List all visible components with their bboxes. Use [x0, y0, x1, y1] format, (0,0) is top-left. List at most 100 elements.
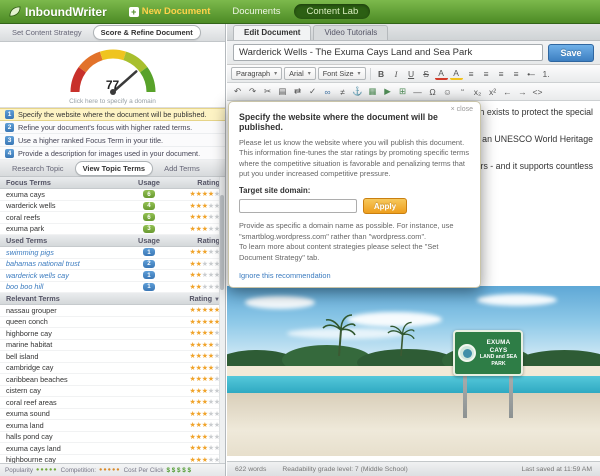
relevant-term-row[interactable]: exuma sound ★★★★★	[0, 409, 225, 421]
unlink-icon[interactable]: ≠	[336, 85, 349, 98]
nav-content-lab[interactable]: Content Lab	[294, 4, 370, 19]
charmap-icon[interactable]: Ω	[426, 85, 439, 98]
recommendation-text: Provide a description for images used in…	[18, 149, 200, 158]
tab-view-topic-terms[interactable]: View Topic Terms	[75, 161, 154, 176]
relevant-term-row[interactable]: highbourne cay ★★★★★	[0, 455, 225, 464]
link-icon[interactable]: ∞	[321, 85, 334, 98]
specify-domain-link[interactable]: Click here to specify a domain	[0, 98, 225, 105]
relevant-term-row[interactable]: caribbean beaches ★★★★★	[0, 374, 225, 386]
recommendation-number-badge: 4	[5, 149, 14, 158]
table-icon[interactable]: ⊞	[396, 85, 409, 98]
relevant-term-row[interactable]: halls pond cay ★★★★★	[0, 432, 225, 444]
align-right-icon[interactable]: ≡	[495, 67, 508, 80]
recommendation-item[interactable]: 3 Use a higher ranked Focus Term in your…	[0, 134, 225, 147]
spellcheck-icon[interactable]: ✓	[306, 85, 319, 98]
recommendation-item[interactable]: 2 Refine your document's focus with high…	[0, 121, 225, 134]
relevant-term-row[interactable]: queen conch ★★★★★	[0, 317, 225, 329]
undo-icon[interactable]: ↶	[231, 85, 244, 98]
relevant-term-row[interactable]: cambridge cay ★★★★★	[0, 363, 225, 375]
align-justify-icon[interactable]: ≡	[510, 67, 523, 80]
tab-research-topic[interactable]: Research Topic	[4, 161, 72, 176]
term-rating-stars: ★★★★★	[166, 329, 220, 337]
tab-score-refine-document[interactable]: Score & Refine Document	[93, 25, 201, 40]
superscript-icon[interactable]: x²	[486, 85, 499, 98]
numbered-list-icon[interactable]: 1.	[540, 67, 553, 80]
relevant-term-row[interactable]: exuma cays land ★★★★★	[0, 443, 225, 455]
media-icon[interactable]: ▶	[381, 85, 394, 98]
horizontal-rule-icon[interactable]: —	[411, 85, 424, 98]
relevant-term-row[interactable]: coral reef areas ★★★★★	[0, 397, 225, 409]
underline-icon[interactable]: U	[405, 67, 418, 80]
used-term-row[interactable]: swimming pigs 1 ★★★★★	[0, 247, 225, 259]
term-rating-stars: ★★★★★	[166, 456, 220, 463]
anchor-icon[interactable]: ⚓	[351, 85, 364, 98]
indent-icon[interactable]: →	[516, 85, 529, 98]
tab-edit-document[interactable]: Edit Document	[233, 25, 311, 40]
term-rating-stars: ★★★★★	[166, 248, 220, 256]
relevant-term-row[interactable]: cistern cay ★★★★★	[0, 386, 225, 398]
relevant-term-row[interactable]: bell island ★★★★★	[0, 351, 225, 363]
used-term-row[interactable]: warderick wells cay 1 ★★★★★	[0, 270, 225, 282]
paragraph-format-select[interactable]: Paragraph ▾	[231, 67, 282, 80]
target-domain-label: Target site domain:	[239, 186, 470, 195]
target-domain-input[interactable]	[239, 199, 357, 213]
paste-icon[interactable]: ▤	[276, 85, 289, 98]
html-icon[interactable]: <>	[531, 85, 544, 98]
palm-tree-shape	[387, 320, 415, 356]
terms-scrollbar-thumb[interactable]	[220, 195, 224, 290]
focus-term-row[interactable]: warderick wells 4 ★★★★★	[0, 201, 225, 213]
bg-color-icon[interactable]: A	[450, 68, 463, 80]
recommendation-item[interactable]: 1 Specify the website where the document…	[0, 108, 225, 121]
focus-term-row[interactable]: exuma cays 6 ★★★★★	[0, 189, 225, 201]
new-document-button[interactable]: + New Document	[129, 6, 211, 17]
relevant-term-row[interactable]: highborne cay ★★★★★	[0, 328, 225, 340]
align-center-icon[interactable]: ≡	[480, 67, 493, 80]
subscript-icon[interactable]: x₂	[471, 85, 484, 98]
popup-title: Specify the website where the document w…	[239, 112, 456, 132]
emoticon-icon[interactable]: ☺	[441, 85, 454, 98]
outdent-icon[interactable]: ←	[501, 85, 514, 98]
cut-icon[interactable]: ✂	[261, 85, 274, 98]
ignore-recommendation-link[interactable]: Ignore this recommendation	[239, 271, 331, 280]
align-left-icon[interactable]: ≡	[465, 67, 478, 80]
sign-text-line2: LAND and SEA PARK	[479, 354, 518, 367]
recommendation-item[interactable]: 4 Provide a description for images used …	[0, 147, 225, 160]
nav-documents[interactable]: Documents	[232, 6, 280, 17]
usage-badge: 1	[143, 248, 155, 256]
blockquote-icon[interactable]: “	[456, 85, 469, 98]
font-family-select[interactable]: Arial ▾	[284, 67, 316, 80]
relevant-term-row[interactable]: marine habitat ★★★★★	[0, 340, 225, 352]
save-button[interactable]: Save	[548, 44, 594, 62]
font-size-select[interactable]: Font Size ▾	[318, 67, 366, 80]
apply-button[interactable]: Apply	[363, 198, 407, 214]
bullet-list-icon[interactable]: •–	[525, 67, 538, 80]
bold-icon[interactable]: B	[375, 67, 388, 80]
editor-panel: Edit Document Video Tutorials Save Parag…	[227, 24, 600, 476]
beach-photo[interactable]: EXUMA CAYS LAND and SEA PARK	[227, 286, 600, 456]
tab-set-content-strategy[interactable]: Set Content Strategy	[4, 25, 90, 40]
rating-sort-header[interactable]: Rating▼	[166, 294, 220, 303]
find-replace-icon[interactable]: ⇄	[291, 85, 304, 98]
redo-icon[interactable]: ↷	[246, 85, 259, 98]
image-icon[interactable]: ▦	[366, 85, 379, 98]
app-logo[interactable]: InboundWriter	[0, 5, 115, 19]
chevron-down-icon: ▾	[274, 70, 277, 77]
usage-badge: 3	[143, 225, 155, 233]
tab-add-terms[interactable]: Add Terms	[156, 161, 208, 176]
relevant-term-row[interactable]: exuma land ★★★★★	[0, 420, 225, 432]
relevant-term-row[interactable]: nassau grouper ★★★★★	[0, 305, 225, 317]
focus-term-row[interactable]: coral reefs 6 ★★★★★	[0, 212, 225, 224]
left-panel: Set Content Strategy Score & Refine Docu…	[0, 24, 226, 476]
strikethrough-icon[interactable]: S	[420, 67, 433, 80]
used-term-row[interactable]: boo boo hill 1 ★★★★★	[0, 282, 225, 294]
term-name: coral reef areas	[6, 398, 166, 407]
close-icon[interactable]: × close	[451, 106, 473, 113]
used-term-row[interactable]: bahamas national trust 2 ★★★★★	[0, 259, 225, 271]
tab-video-tutorials[interactable]: Video Tutorials	[313, 25, 388, 40]
term-rating-stars: ★★★★★	[166, 318, 220, 326]
focus-term-row[interactable]: exuma park 3 ★★★★★	[0, 224, 225, 236]
text-color-icon[interactable]: A	[435, 68, 448, 80]
italic-icon[interactable]: I	[390, 67, 403, 80]
term-rating-stars: ★★★★★	[166, 421, 220, 429]
document-title-input[interactable]	[233, 44, 543, 61]
